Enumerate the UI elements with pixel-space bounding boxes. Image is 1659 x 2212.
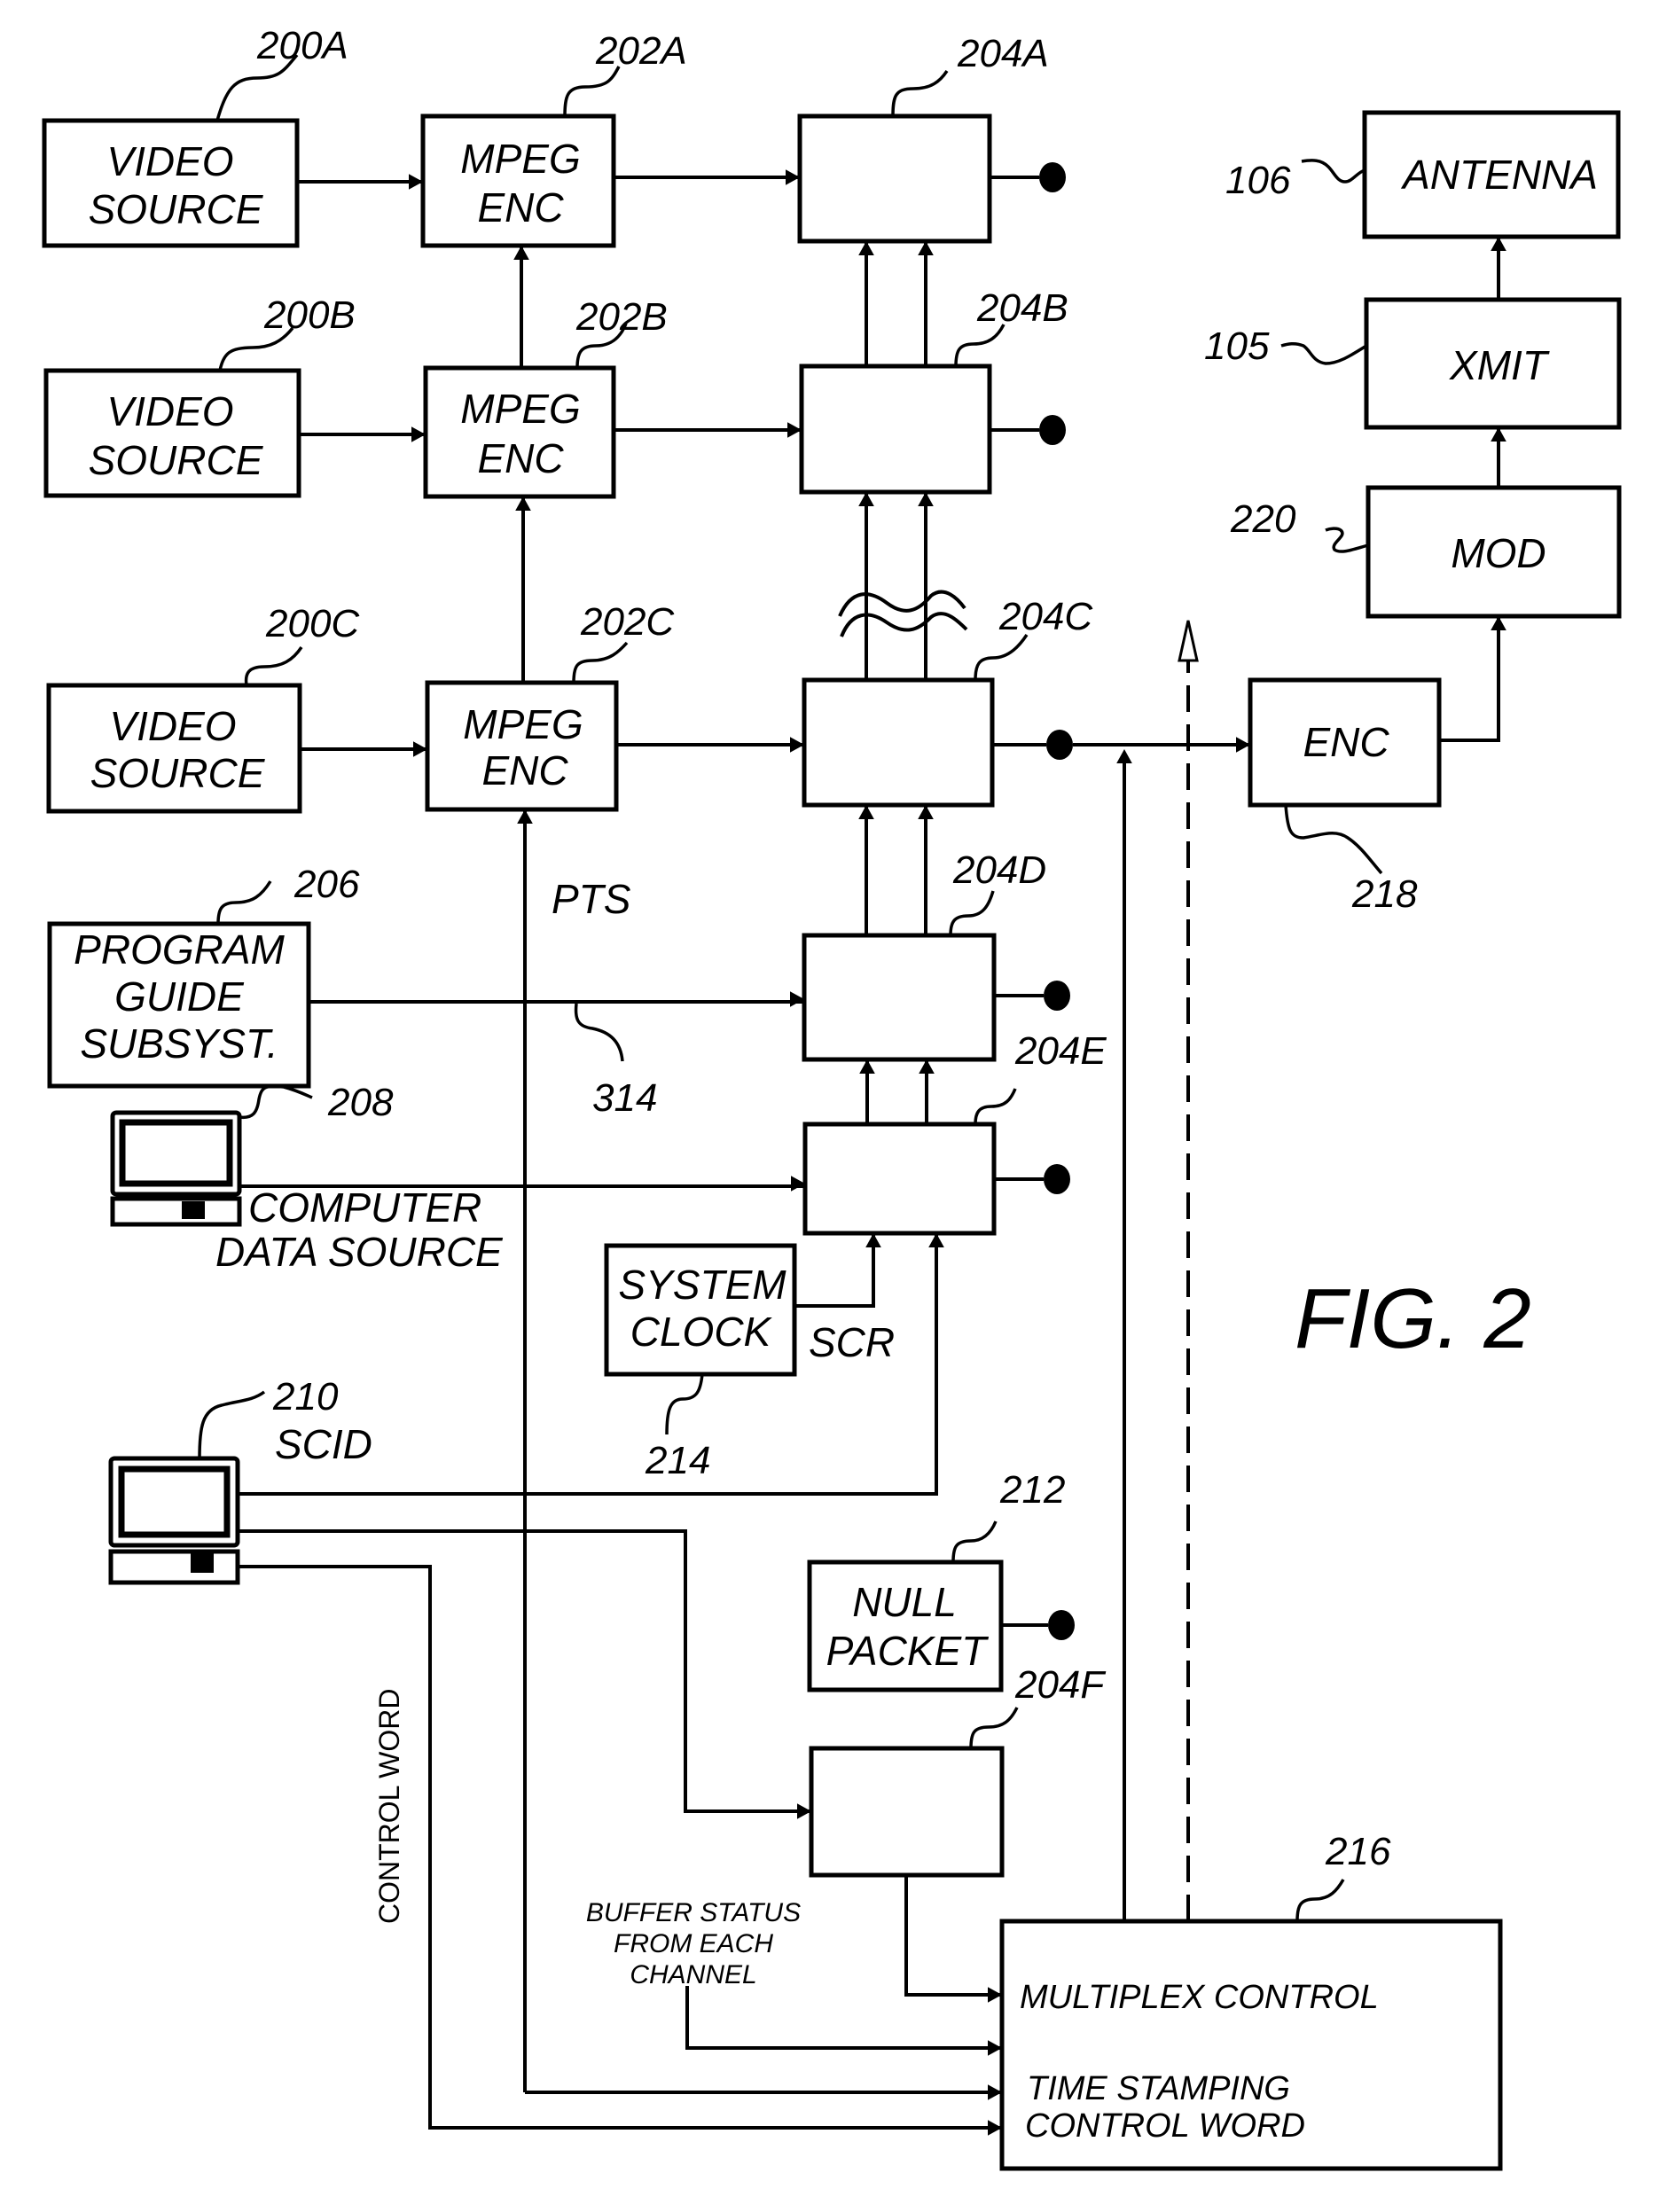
video-source-a-line1: VIDEO — [106, 138, 233, 184]
wire-218-220 — [1439, 616, 1500, 742]
control-word-signal-label: CONTROL WORD — [373, 1689, 405, 1924]
scr-label: SCR — [809, 1319, 895, 1365]
mpeg-enc-a-line2: ENC — [477, 184, 564, 231]
ref-105: 105 — [1204, 324, 1270, 368]
mpeg-enc-c-line2: ENC — [481, 747, 568, 793]
program-guide-line3: SUBSYST. — [80, 1020, 278, 1067]
modulator-label: MOD — [1451, 530, 1546, 576]
buffer-status-line3: CHANNEL — [630, 1960, 756, 1989]
null-packet-line1: NULL — [852, 1579, 957, 1625]
program-guide-line1: PROGRAM — [74, 926, 285, 973]
ref-202b: 202B — [575, 295, 668, 339]
ref-204c: 204C — [998, 595, 1093, 638]
scid-label: SCID — [275, 1421, 372, 1467]
ref-200a: 200A — [256, 24, 348, 67]
null-packet-line2: PACKET — [826, 1628, 990, 1674]
terminal-204b — [1039, 415, 1066, 445]
packetizer-204f: 204F — [809, 1663, 1106, 1878]
ref-202c: 202C — [580, 600, 675, 644]
system-clock-line1: SYSTEM — [618, 1262, 786, 1308]
wire-scr-204e — [794, 1233, 875, 1308]
buffer-status-line2: FROM EACH — [614, 1929, 773, 1958]
mpeg-enc-b-line2: ENC — [477, 435, 564, 481]
terminal-204d — [1044, 981, 1070, 1011]
16 — [1116, 749, 1132, 763]
ref-204a: 204A — [957, 32, 1049, 75]
terminal-204c — [1046, 730, 1073, 760]
ref-204b: 204B — [976, 286, 1068, 330]
open-arrowhead — [1178, 620, 1199, 662]
ref-314: 314 — [592, 1076, 657, 1120]
ref-210: 210 — [272, 1375, 339, 1419]
computer-data-source-line2: DATA SOURCE — [215, 1229, 504, 1275]
ref-204d: 204D — [952, 848, 1046, 892]
mpeg-enc-c-line1: MPEG — [463, 701, 583, 747]
program-guide-line2: GUIDE — [114, 973, 245, 1020]
null-packet: NULL PACKET 212 — [807, 1468, 1065, 1692]
packetizer-204a: 204A — [797, 32, 1049, 244]
video-source-a-line2: SOURCE — [89, 186, 264, 232]
mpeg-enc-c: MPEG ENC 202C — [425, 600, 675, 812]
ref-214: 214 — [645, 1439, 710, 1482]
time-stamping-label: TIME STAMPING — [1027, 2070, 1290, 2107]
wire-204f-216 — [904, 1875, 1002, 1997]
control-word-label: CONTROL WORD — [1025, 2107, 1305, 2145]
mpeg-enc-b-line1: MPEG — [460, 386, 580, 432]
ref-202a: 202A — [595, 29, 687, 73]
video-source-a: VIDEO SOURCE 200A — [42, 24, 348, 248]
system-clock-line2: CLOCK — [630, 1309, 773, 1355]
transmitter-105: XMIT 105 — [1204, 297, 1622, 430]
ref-106: 106 — [1225, 159, 1291, 202]
ref-208: 208 — [327, 1081, 394, 1124]
antenna-106: ANTENNA 106 — [1225, 110, 1621, 239]
terminal-212 — [1048, 1610, 1075, 1640]
ref-200b: 200B — [263, 293, 356, 337]
multiplex-control-label: MULTIPLEX CONTROL — [1020, 1979, 1379, 2016]
break-symbol — [838, 590, 968, 637]
transmitter-label: XMIT — [1449, 342, 1550, 388]
pts-label: PTS — [552, 876, 631, 922]
video-source-c-line1: VIDEO — [109, 703, 236, 749]
computer-data-source: 208 COMPUTER DATA SOURCE — [110, 1081, 504, 1275]
fig2-block-diagram: VIDEO SOURCE 200A MPEG ENC 202A 204A VID… — [42, 24, 1622, 2171]
computer-data-source-line1: COMPUTER — [248, 1184, 481, 1231]
mpeg-enc-b: MPEG ENC 202B — [423, 295, 668, 499]
ref-204e: 204E — [1014, 1029, 1107, 1073]
mpeg-enc-a-line1: MPEG — [460, 136, 580, 182]
modulator-220: MOD 220 — [1230, 485, 1622, 619]
encoder-label: ENC — [1303, 719, 1389, 765]
system-clock: SYSTEM CLOCK 214 — [604, 1243, 797, 1482]
video-source-b-line2: SOURCE — [89, 437, 264, 483]
ref-216: 216 — [1325, 1830, 1391, 1873]
ref-204f: 204F — [1014, 1663, 1106, 1707]
video-source-c: VIDEO SOURCE 200C — [46, 602, 360, 814]
video-source-b: VIDEO SOURCE 200B — [43, 293, 356, 498]
terminal-204a — [1039, 162, 1066, 192]
terminal-204e — [1044, 1164, 1070, 1194]
program-guide-subsystem: PROGRAM GUIDE SUBSYST. 206 — [47, 863, 360, 1089]
antenna-label: ANTENNA — [1400, 152, 1598, 198]
multiplex-control: MULTIPLEX CONTROL TIME STAMPING CONTROL … — [999, 1830, 1503, 2171]
mpeg-enc-a: MPEG ENC 202A — [420, 29, 687, 248]
ref-218: 218 — [1351, 872, 1418, 916]
encoder-218: ENC 218 — [1248, 677, 1442, 916]
scid-computer: 210 SCID — [108, 1375, 372, 1585]
buffer-status-line1: BUFFER STATUS — [586, 1898, 801, 1927]
figure-title: FIG. 2 — [1295, 1271, 1531, 1366]
ref-212: 212 — [999, 1468, 1065, 1512]
ref-206: 206 — [293, 863, 360, 906]
ref-200c: 200C — [265, 602, 360, 645]
video-source-b-line1: VIDEO — [106, 388, 233, 434]
ref-220: 220 — [1230, 497, 1296, 541]
video-source-c-line2: SOURCE — [90, 750, 266, 796]
packetizer-204b: 204B — [799, 286, 1068, 495]
